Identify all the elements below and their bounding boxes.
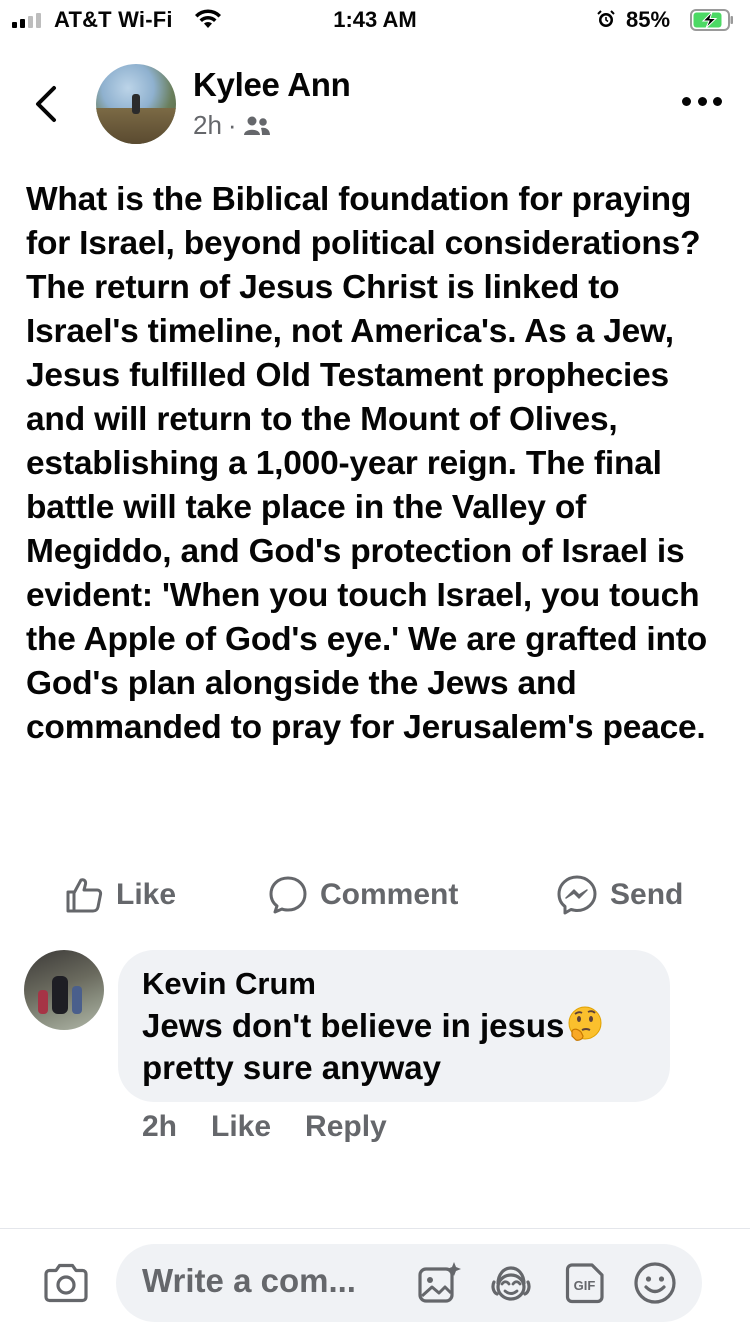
thumbs-up-icon bbox=[66, 878, 103, 913]
more-options-button[interactable] bbox=[682, 94, 722, 108]
comment-meta: 2h Like Reply bbox=[142, 1110, 387, 1144]
like-button[interactable]: Like bbox=[64, 868, 176, 922]
send-button[interactable]: Send bbox=[556, 868, 683, 922]
post-text: What is the Biblical foundation for pray… bbox=[26, 181, 707, 746]
comment-age: 2h bbox=[142, 1110, 178, 1143]
battery-charging-icon bbox=[690, 9, 733, 31]
more-horizontal-icon bbox=[682, 96, 691, 106]
comment-input[interactable]: Write a com... bbox=[142, 1262, 402, 1300]
commenter-avatar[interactable] bbox=[24, 950, 104, 1030]
comment-text-line1: Jews don't believe in jesus bbox=[142, 1007, 565, 1044]
comment-reply-button[interactable]: Reply bbox=[305, 1110, 387, 1144]
author-avatar[interactable] bbox=[96, 64, 176, 144]
post-action-bar: Like Comment Send bbox=[0, 868, 750, 922]
post-meta: 2h · bbox=[193, 110, 271, 141]
battery-percent: 85% bbox=[626, 7, 671, 32]
thinking-face-icon bbox=[568, 1006, 602, 1041]
back-button[interactable] bbox=[28, 82, 64, 126]
friends-icon bbox=[243, 116, 270, 135]
comment-button[interactable]: Comment bbox=[268, 868, 458, 922]
photo-sparkle-icon[interactable] bbox=[416, 1260, 462, 1306]
smiley-icon[interactable] bbox=[632, 1260, 678, 1306]
comment-bubble-icon bbox=[269, 876, 307, 914]
composer-divider bbox=[0, 1228, 750, 1229]
comment-text: Jews don't believe in jesus pretty sure … bbox=[142, 1005, 662, 1089]
status-bar: AT&T Wi-Fi 1:43 AM 85% bbox=[0, 0, 750, 40]
gif-icon[interactable]: GIF bbox=[562, 1260, 608, 1306]
avatar-sticker-icon[interactable] bbox=[488, 1260, 534, 1306]
meta-separator: · bbox=[227, 110, 237, 140]
send-label: Send bbox=[610, 878, 684, 911]
comment-text-line2: pretty sure anyway bbox=[142, 1049, 441, 1086]
comment-like-button[interactable]: Like bbox=[211, 1110, 271, 1144]
messenger-icon bbox=[557, 875, 597, 915]
like-label: Like bbox=[116, 878, 177, 911]
author-name[interactable]: Kylee Ann bbox=[193, 66, 351, 104]
post-age[interactable]: 2h bbox=[193, 110, 222, 141]
commenter-name[interactable]: Kevin Crum bbox=[142, 966, 316, 1002]
alarm-icon bbox=[597, 10, 615, 27]
camera-icon[interactable] bbox=[42, 1262, 90, 1304]
svg-text:GIF: GIF bbox=[574, 1278, 596, 1293]
comment-label: Comment bbox=[320, 878, 459, 911]
